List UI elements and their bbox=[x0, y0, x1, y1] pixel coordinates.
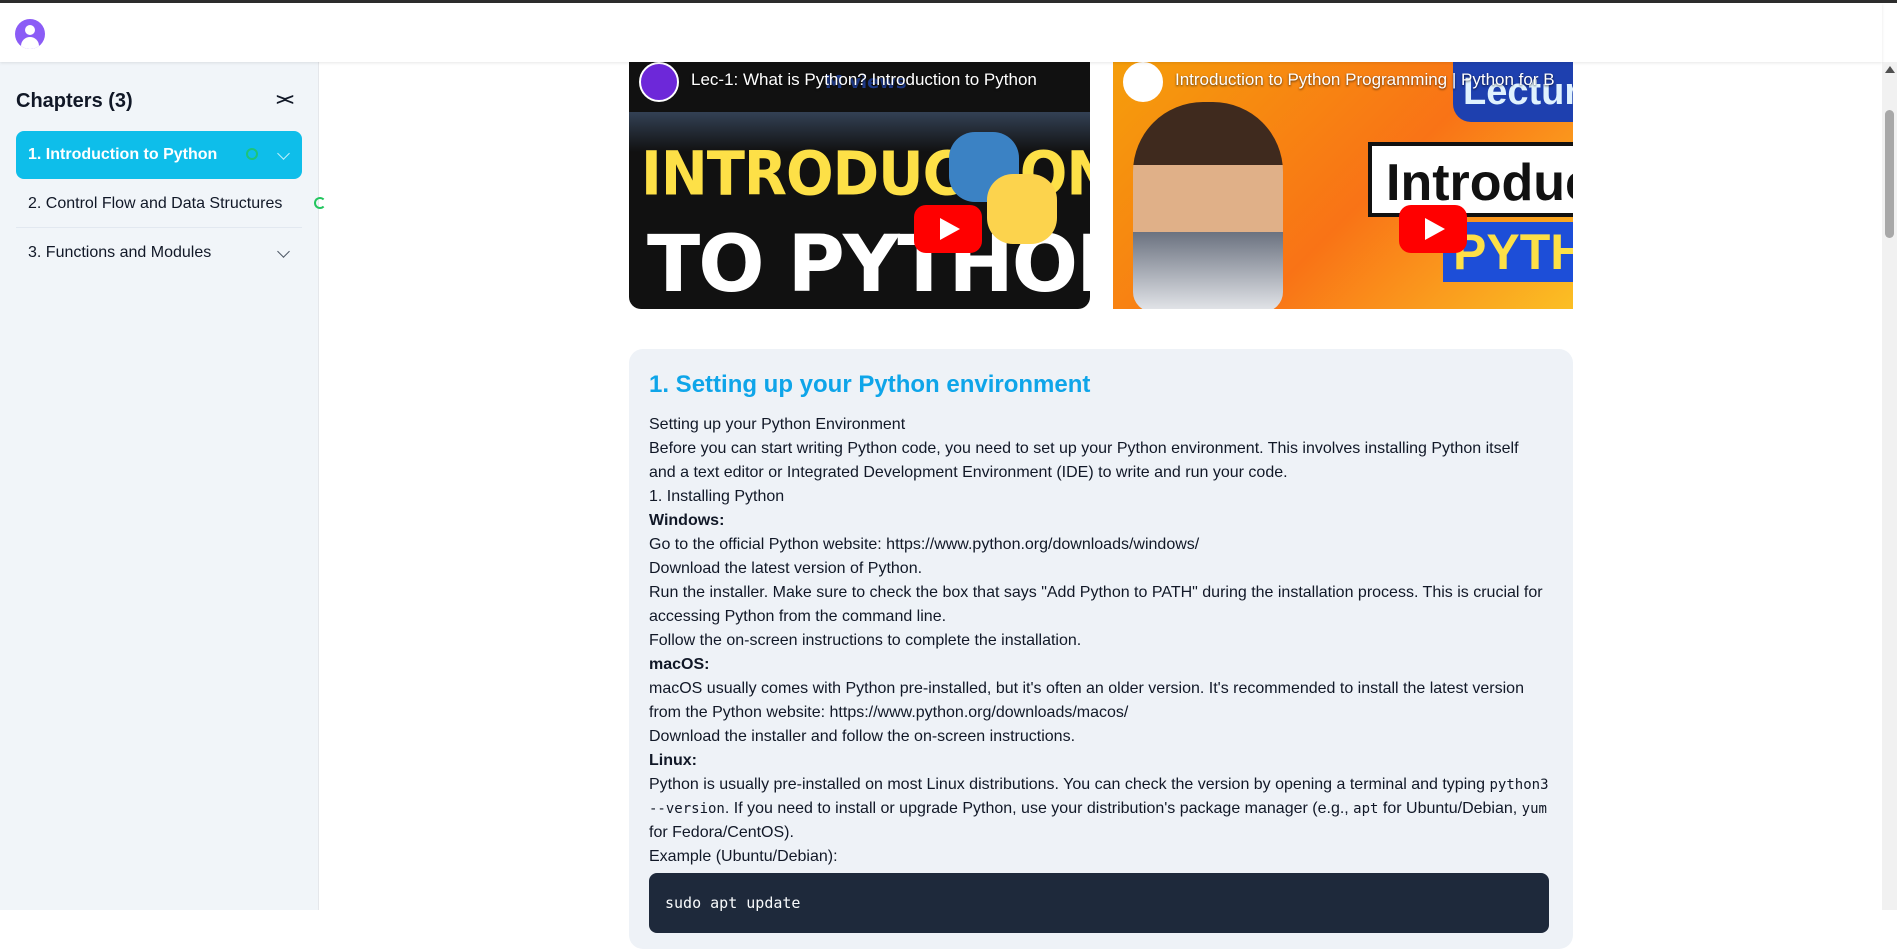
video-title[interactable]: Lec-1: What is Python? Introduction to P… bbox=[691, 70, 1037, 90]
section-card: 1. Setting up your Python environment Se… bbox=[629, 349, 1573, 949]
content-line: Download the latest version of Python. bbox=[649, 560, 923, 577]
chapter-label: 1. Introduction to Python bbox=[28, 146, 218, 163]
sidebar-header: Chapters (3) >< bbox=[16, 86, 296, 116]
linux-text: Python is usually pre-installed on most … bbox=[649, 776, 1490, 793]
video-embed-1[interactable]: M views INTRODUCTION TO PYTHON Lec-1: Wh… bbox=[629, 62, 1090, 309]
scroll-thumb[interactable] bbox=[1885, 110, 1894, 238]
play-button-icon[interactable] bbox=[1399, 205, 1467, 253]
completed-check-icon bbox=[314, 197, 326, 209]
content-paragraph: Run the installer. Make sure to check th… bbox=[649, 584, 1543, 625]
video-title[interactable]: Introduction to Python Programming | Pyt… bbox=[1175, 70, 1555, 90]
content-line: 1. Installing Python bbox=[649, 488, 785, 505]
section-content: Setting up your Python Environment Befor… bbox=[649, 413, 1549, 933]
inline-code: yum bbox=[1521, 801, 1547, 817]
linux-text: for Fedora/CentOS). bbox=[649, 824, 794, 841]
content-line: Go to the official Python website: https… bbox=[649, 536, 1200, 553]
channel-avatar-icon[interactable] bbox=[1123, 62, 1163, 102]
thumbnail-presenter bbox=[1133, 102, 1283, 309]
chapter-item-2[interactable]: 2. Control Flow and Data Structures bbox=[16, 180, 326, 228]
completed-check-icon bbox=[246, 148, 258, 160]
top-bar bbox=[0, 3, 1882, 62]
content-line: Example (Ubuntu/Debian): bbox=[649, 848, 838, 865]
chapters-sidebar: Chapters (3) >< 1. Introduction to Pytho… bbox=[0, 62, 326, 910]
channel-avatar-icon[interactable] bbox=[639, 62, 679, 102]
code-block: sudo apt update bbox=[649, 873, 1549, 933]
sidebar-title: Chapters (3) bbox=[16, 90, 133, 112]
page-scrollbar[interactable] bbox=[1882, 62, 1897, 910]
video-embed-2[interactable]: Lectur Introduct PYTHO Introduction to P… bbox=[1113, 62, 1573, 309]
thumbnail-headline: Introduct bbox=[1368, 142, 1573, 217]
user-avatar-icon[interactable] bbox=[15, 19, 45, 49]
macos-heading: macOS: bbox=[649, 656, 710, 673]
linux-text: for Ubuntu/Debian, bbox=[1378, 800, 1522, 817]
inline-code: apt bbox=[1353, 801, 1379, 817]
chapter-item-3[interactable]: 3. Functions and Modules bbox=[16, 229, 302, 277]
content-line: Setting up your Python Environment bbox=[649, 416, 906, 433]
linux-text: . If you need to install or upgrade Pyth… bbox=[724, 800, 1354, 817]
content-line: Follow the on-screen instructions to com… bbox=[649, 632, 1082, 649]
content-line: Download the installer and follow the on… bbox=[649, 728, 1076, 745]
chevron-down-icon[interactable] bbox=[277, 245, 290, 258]
chapter-label: 3. Functions and Modules bbox=[28, 244, 212, 261]
avatar-head bbox=[25, 25, 35, 35]
content-paragraph: macOS usually comes with Python pre-inst… bbox=[649, 680, 1524, 721]
windows-heading: Windows: bbox=[649, 512, 725, 529]
chapter-label: 2. Control Flow and Data Structures bbox=[28, 195, 283, 212]
python-logo-yellow bbox=[987, 174, 1057, 244]
collapse-sidebar-icon[interactable]: >< bbox=[272, 89, 296, 111]
chapter-item-1[interactable]: 1. Introduction to Python bbox=[16, 131, 302, 179]
linux-paragraph: Python is usually pre-installed on most … bbox=[649, 773, 1549, 845]
play-button-icon[interactable] bbox=[914, 205, 982, 253]
section-title: 1. Setting up your Python environment bbox=[649, 371, 1091, 398]
avatar-body bbox=[21, 37, 39, 49]
content-paragraph: Before you can start writing Python code… bbox=[649, 440, 1519, 481]
linux-heading: Linux: bbox=[649, 752, 697, 769]
scroll-up-arrow-icon[interactable] bbox=[1885, 66, 1895, 73]
chevron-down-icon[interactable] bbox=[277, 147, 290, 160]
